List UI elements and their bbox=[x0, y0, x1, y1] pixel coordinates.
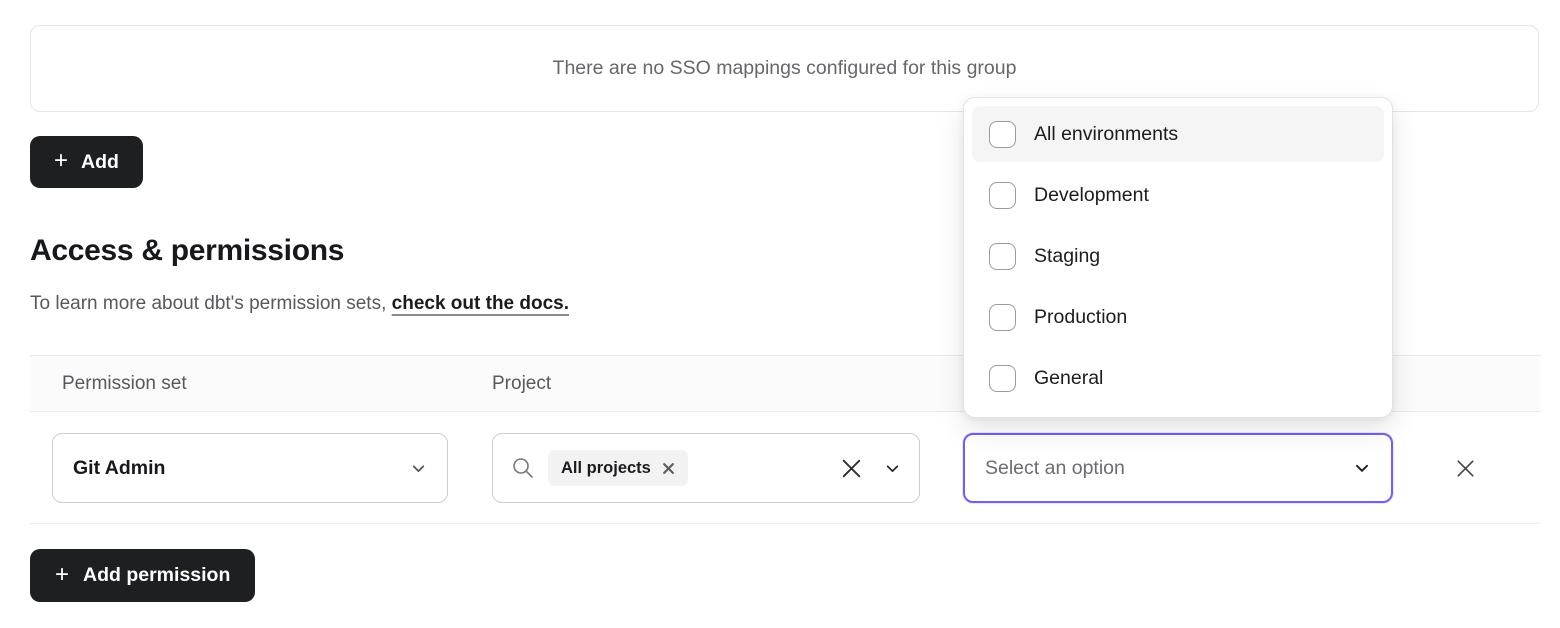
dropdown-option-staging[interactable]: Staging bbox=[972, 228, 1384, 284]
row-divider bbox=[30, 523, 1541, 524]
add-permission-label: Add permission bbox=[83, 564, 230, 587]
remove-row-button[interactable] bbox=[1449, 452, 1481, 484]
sso-empty-message: There are no SSO mappings configured for… bbox=[553, 57, 1017, 80]
checkbox[interactable] bbox=[989, 365, 1016, 392]
environment-select[interactable]: Select an option bbox=[963, 433, 1393, 503]
dropdown-option-development[interactable]: Development bbox=[972, 167, 1384, 223]
checkbox[interactable] bbox=[989, 243, 1016, 270]
checkbox[interactable] bbox=[989, 182, 1016, 209]
dropdown-option-label: General bbox=[1034, 367, 1103, 390]
dropdown-option-all-environments[interactable]: All environments bbox=[972, 106, 1384, 162]
add-permission-button[interactable]: + Add permission bbox=[30, 549, 255, 602]
section-subtitle: To learn more about dbt's permission set… bbox=[30, 293, 569, 315]
plus-icon: + bbox=[55, 563, 69, 587]
column-header-project: Project bbox=[492, 373, 551, 395]
search-icon bbox=[511, 456, 535, 480]
environment-dropdown-menu: All environments Development Staging Pro… bbox=[963, 97, 1393, 418]
page-title: Access & permissions bbox=[30, 234, 344, 268]
permission-set-value: Git Admin bbox=[73, 457, 165, 480]
dropdown-option-label: Production bbox=[1034, 306, 1127, 329]
dropdown-option-general[interactable]: General bbox=[972, 350, 1384, 406]
clear-selection-icon[interactable] bbox=[839, 456, 864, 481]
project-chip[interactable]: All projects bbox=[548, 450, 688, 486]
add-button-label: Add bbox=[81, 151, 119, 174]
dropdown-option-label: All environments bbox=[1034, 123, 1178, 146]
subtitle-text: To learn more about dbt's permission set… bbox=[30, 293, 392, 314]
docs-link[interactable]: check out the docs. bbox=[392, 293, 569, 314]
chevron-down-icon bbox=[1353, 459, 1371, 477]
add-sso-mapping-button[interactable]: + Add bbox=[30, 136, 143, 188]
project-select[interactable]: All projects bbox=[492, 433, 920, 503]
column-header-permission-set: Permission set bbox=[30, 373, 492, 395]
plus-icon: + bbox=[54, 149, 68, 173]
environment-select-placeholder: Select an option bbox=[985, 457, 1125, 480]
dropdown-option-label: Staging bbox=[1034, 245, 1100, 268]
group-settings-page: There are no SSO mappings configured for… bbox=[0, 0, 1560, 628]
chevron-down-icon bbox=[884, 460, 901, 477]
project-chip-label: All projects bbox=[561, 459, 651, 478]
permission-set-select[interactable]: Git Admin bbox=[52, 433, 448, 503]
checkbox[interactable] bbox=[989, 121, 1016, 148]
chip-remove-icon[interactable] bbox=[662, 462, 675, 475]
chevron-down-icon bbox=[410, 460, 427, 477]
close-icon bbox=[1454, 457, 1477, 480]
dropdown-option-label: Development bbox=[1034, 184, 1149, 207]
checkbox[interactable] bbox=[989, 304, 1016, 331]
dropdown-option-production[interactable]: Production bbox=[972, 289, 1384, 345]
